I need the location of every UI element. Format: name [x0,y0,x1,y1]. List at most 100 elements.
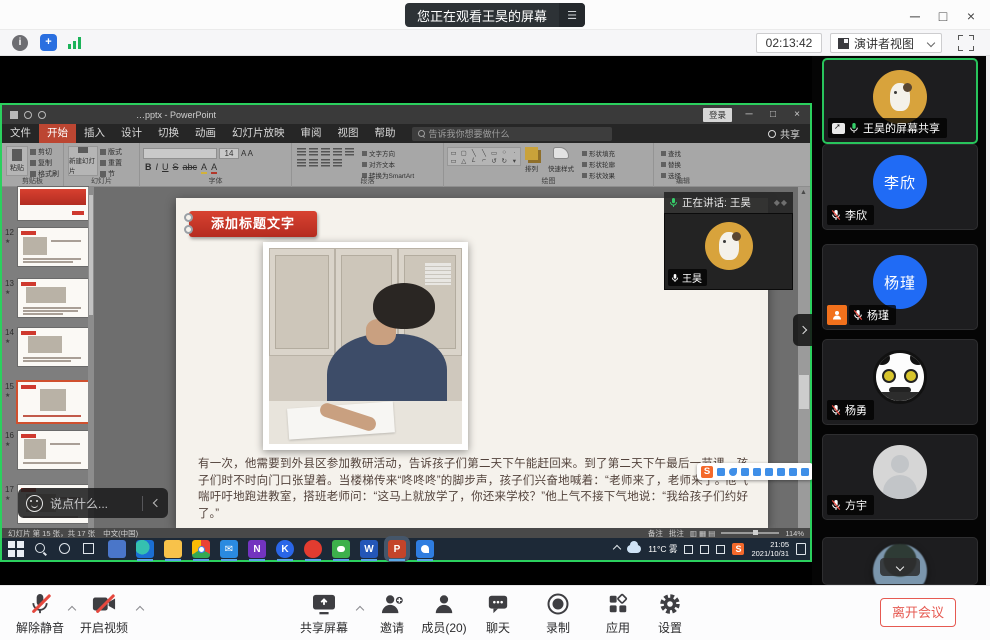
strikethrough-button[interactable]: S [173,162,179,174]
participant-tile-screenshare[interactable]: 王昊的屏幕共享 [822,58,978,144]
video-options-chevron[interactable] [134,604,146,616]
chat-button[interactable]: 聊天 [466,592,530,636]
ime-skin-icon[interactable] [789,468,797,476]
tab-file[interactable]: 文件 [2,124,39,143]
ime-toolbox-icon[interactable] [801,468,809,476]
taskbar-clock[interactable]: 21:05 2021/10/31 [751,540,789,558]
shape-outline-button[interactable]: 形状轮廓 [582,159,615,169]
slide-thumbnail-14[interactable] [18,328,88,366]
chat-quick-input[interactable]: 说点什么... [18,488,168,518]
align-text-button[interactable]: 对齐文本 [362,159,414,169]
display-icon[interactable] [700,545,709,554]
bullets-icon[interactable] [297,148,306,156]
leave-meeting-button[interactable]: 离开会议 [880,598,956,627]
window-maximize-button[interactable]: □ [934,7,952,25]
align-center-icon[interactable] [345,148,354,156]
redo-icon[interactable] [38,111,46,119]
indent-icon[interactable] [321,148,330,156]
underline-button[interactable]: U [162,162,169,174]
find-button[interactable]: 查找 [661,148,681,158]
weather-icon[interactable] [627,545,641,553]
share-screen-button[interactable]: 共享屏幕 [292,592,356,636]
reset-button[interactable]: 重置 [100,158,122,168]
new-slide-button[interactable]: 新建幻灯片 [68,146,98,176]
meeting-app-icon[interactable] [416,540,434,558]
zoom-level[interactable]: 114% [785,529,804,538]
align-left-icon[interactable] [333,148,342,156]
ppt-maximize-button[interactable]: □ [766,109,780,120]
view-buttons[interactable]: ▥ ▦ ▤ [690,529,715,538]
banner-menu-button[interactable]: ☰ [559,3,585,27]
tellme-search[interactable]: 告诉我你想要做什么 [412,127,612,141]
clear-format-button[interactable]: abc [183,162,198,174]
italic-button[interactable]: I [156,162,159,174]
paste-button[interactable]: 粘贴 [6,146,28,176]
ime-toolbar[interactable]: S [697,463,813,480]
mail-icon[interactable]: ✉ [220,540,238,558]
tray-expand-icon[interactable] [613,545,621,553]
zoom-slider[interactable] [721,532,779,534]
word-icon[interactable]: W [360,540,378,558]
view-mode-dropdown[interactable]: 演讲者视图 [830,33,942,53]
line-spacing-icon[interactable] [333,159,342,167]
replace-button[interactable]: 替换 [661,159,681,169]
tab-transitions[interactable]: 切换 [150,124,187,143]
onenote-icon[interactable]: N [248,540,266,558]
ime-punct-icon[interactable] [741,468,749,476]
file-explorer-icon[interactable] [164,540,182,558]
columns-icon[interactable] [321,159,330,167]
arrange-button[interactable]: 排列 [525,147,538,173]
tab-help[interactable]: 帮助 [367,124,404,143]
copy-button[interactable]: 复制 [30,158,59,168]
align-right-icon[interactable] [297,159,306,167]
protection-shield-icon[interactable]: + [40,34,57,51]
bold-button[interactable]: B [145,162,152,174]
slide-thumbnail-16[interactable] [18,431,88,469]
cortana-icon[interactable] [54,541,74,557]
chat-placeholder[interactable]: 说点什么... [50,495,108,512]
sogou-ime-icon[interactable]: S [732,543,744,555]
slide-thumbnail-12[interactable] [18,228,88,266]
tab-review[interactable]: 审阅 [293,124,330,143]
numbering-icon[interactable] [309,148,318,156]
red-media-app-icon[interactable] [304,540,322,558]
participant-tile[interactable]: 李欣 李欣 [822,144,978,230]
sidebar-collapse-handle[interactable] [793,314,812,346]
window-minimize-button[interactable]: ─ [906,7,924,25]
quick-styles-button[interactable]: 快速样式 [548,147,574,173]
action-center-icon[interactable] [796,543,806,555]
ppt-close-button[interactable]: × [790,109,804,120]
ppt-signin-button[interactable]: 登录 [703,108,732,122]
start-video-button[interactable]: 开启视频 [72,592,136,636]
meeting-info-icon[interactable]: i [12,35,28,51]
slide-thumbnail-11[interactable] [18,187,88,220]
wechat-icon[interactable] [332,540,350,558]
ime-mode-icon[interactable] [717,468,725,476]
volume-icon[interactable] [716,545,725,554]
shape-fill-button[interactable]: 形状填充 [582,148,615,158]
chrome-icon[interactable] [192,540,210,558]
onedrive-icon[interactable] [684,545,693,554]
notes-toggle[interactable]: 备注 [648,528,663,539]
window-close-button[interactable]: × [962,7,980,25]
shapes-gallery[interactable]: ▭▢╲╲▭○· ▭△L⌐↺↻▾ [447,147,521,166]
participant-tile[interactable]: 方宇 [822,434,978,520]
ime-mic-icon[interactable] [753,468,761,476]
ime-fullhalf-icon[interactable] [729,468,737,476]
record-button[interactable]: 录制 [526,592,590,636]
slide-thumbnail-13[interactable] [18,279,88,317]
tab-slideshow[interactable]: 幻灯片放映 [224,124,293,143]
ime-emoji-icon[interactable] [777,468,785,476]
text-direction-button[interactable]: 文字方向 [362,148,414,158]
start-button[interactable] [6,541,26,557]
highlight-button[interactable]: A [201,162,207,174]
k-app-icon[interactable]: K [276,540,294,558]
participant-tile-partial[interactable] [822,537,978,585]
scroll-more-participants-button[interactable] [880,558,920,576]
tab-home[interactable]: 开始 [39,124,76,143]
network-signal-icon[interactable] [68,36,84,49]
cut-button[interactable]: 剪切 [30,147,59,157]
ppt-minimize-button[interactable]: ─ [742,109,756,120]
comments-toggle[interactable]: 批注 [669,528,684,539]
tab-animations[interactable]: 动画 [187,124,224,143]
